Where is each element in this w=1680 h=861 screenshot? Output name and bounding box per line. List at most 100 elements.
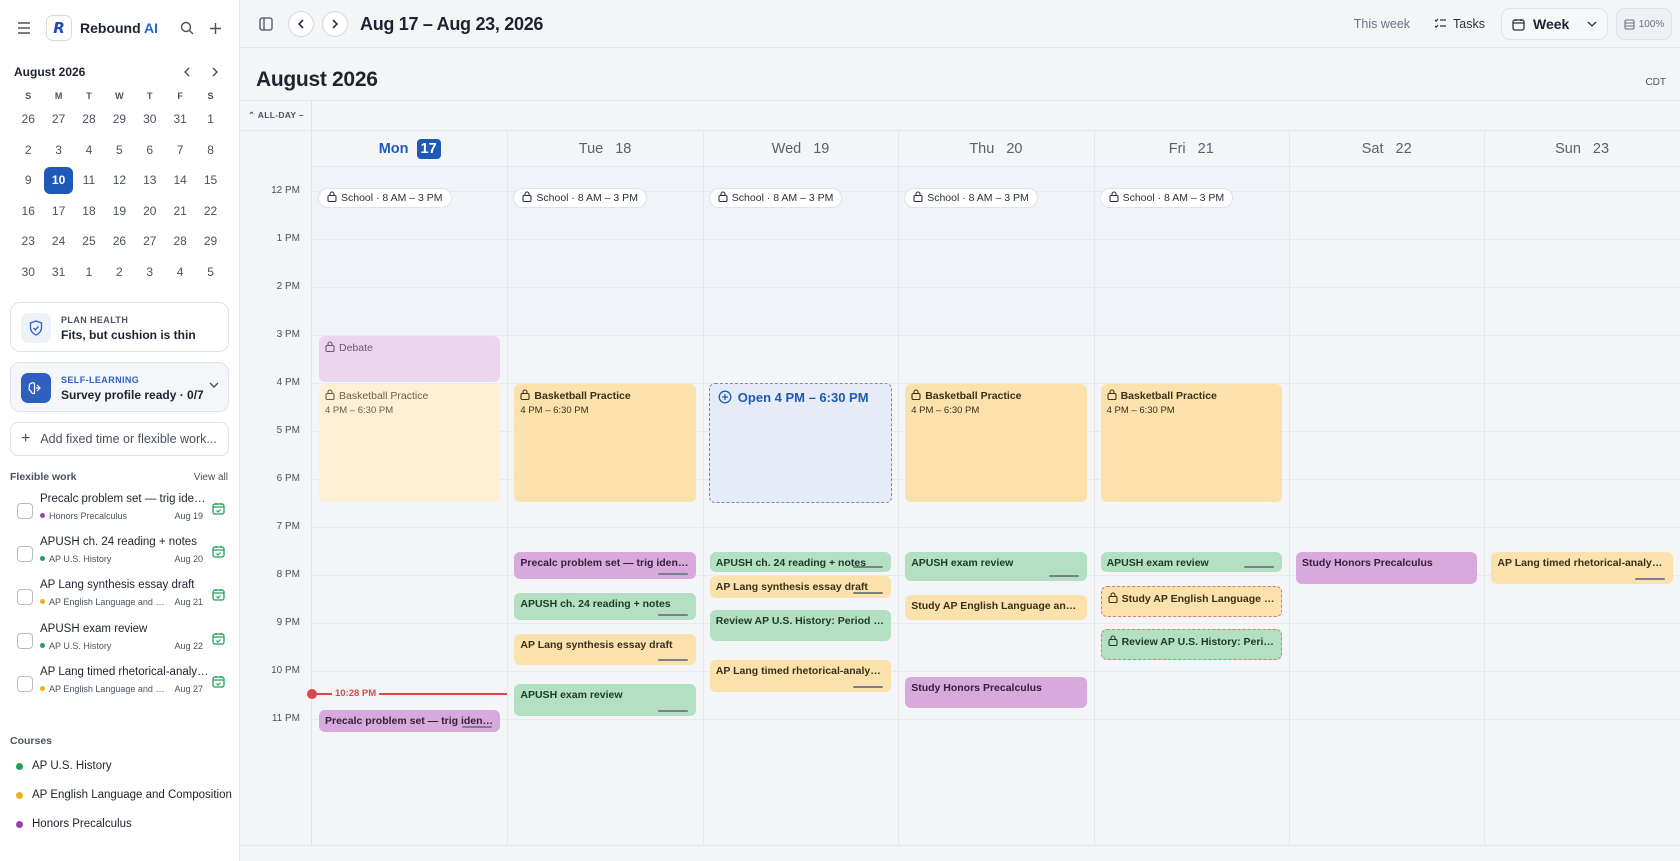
calendar-event[interactable]: Precalc problem set — trig identities: [319, 710, 501, 733]
calendar-event[interactable]: APUSH exam review: [1100, 552, 1282, 572]
school-event-pill[interactable]: School · 8 AM – 3 PM: [708, 188, 843, 208]
calendar-event[interactable]: Study Honors Precalculus: [905, 676, 1087, 709]
calendar-event[interactable]: APUSH ch. 24 reading + notes: [709, 552, 892, 572]
mini-calendar-day[interactable]: 11: [74, 165, 104, 196]
flexible-work-item[interactable]: AP Lang timed rhetorical-analysis essay A…: [10, 661, 229, 705]
flexible-work-item[interactable]: APUSH ch. 24 reading + notes AP U.S. Hist…: [10, 531, 229, 575]
menu-icon[interactable]: [10, 14, 38, 42]
zoom-control[interactable]: 100%: [1616, 8, 1672, 40]
mini-calendar-day[interactable]: 22: [195, 196, 225, 227]
mini-calendar-day[interactable]: 19: [104, 196, 134, 227]
chevron-right-icon[interactable]: [205, 62, 225, 82]
mini-calendar-day[interactable]: 8: [195, 135, 225, 166]
calendar-event[interactable]: Precalc problem set — trig identities: [514, 552, 696, 579]
task-checkbox[interactable]: [17, 589, 33, 606]
day-header[interactable]: Sun 23: [1484, 131, 1680, 167]
sidebar-toggle-icon[interactable]: [252, 10, 280, 38]
basketball-event[interactable]: Basketball Practice 4 PM – 6:30 PM: [905, 384, 1087, 502]
calendar-event[interactable]: AP Lang synthesis essay draft: [709, 576, 892, 598]
debate-event[interactable]: Debate: [319, 336, 501, 382]
flexible-work-item[interactable]: Precalc problem set — trig identities Hon…: [10, 488, 229, 532]
calendar-event[interactable]: AP Lang synthesis essay draft: [514, 633, 696, 666]
mini-calendar-day[interactable]: 26: [104, 226, 134, 257]
flexible-work-item[interactable]: APUSH exam review AP U.S. History Aug 22: [10, 618, 229, 662]
prev-week-button[interactable]: [288, 11, 314, 37]
plus-icon[interactable]: [201, 14, 229, 42]
mini-calendar-day[interactable]: 17: [43, 196, 73, 227]
mini-calendar-day[interactable]: 14: [165, 165, 195, 196]
mini-calendar-day[interactable]: 18: [74, 196, 104, 227]
mini-calendar-day[interactable]: 3: [135, 257, 165, 288]
mini-calendar-day[interactable]: 24: [43, 226, 73, 257]
mini-calendar-day[interactable]: 16: [13, 196, 43, 227]
calendar-event[interactable]: APUSH ch. 24 reading + notes: [514, 592, 696, 620]
mini-calendar-day[interactable]: 2: [13, 135, 43, 166]
basketball-event[interactable]: Basketball Practice 4 PM – 6:30 PM: [514, 384, 696, 502]
mini-calendar-day[interactable]: 9: [13, 165, 43, 196]
calendar-check-icon[interactable]: [212, 502, 225, 520]
task-checkbox[interactable]: [17, 503, 33, 519]
day-header[interactable]: Thu 20: [898, 131, 1094, 167]
mini-calendar-day[interactable]: 31: [43, 257, 73, 288]
mini-calendar-day[interactable]: 27: [135, 226, 165, 257]
calendar-check-icon[interactable]: [212, 632, 225, 650]
this-week-button[interactable]: This week: [1354, 17, 1410, 31]
day-header[interactable]: Wed 19: [702, 131, 899, 167]
course-item[interactable]: AP English Language and Composition: [16, 789, 232, 801]
mini-calendar-day[interactable]: 23: [13, 226, 43, 257]
view-select[interactable]: Week: [1501, 8, 1608, 40]
day-header[interactable]: Mon 17: [312, 131, 508, 167]
mini-calendar-day[interactable]: 4: [165, 257, 195, 288]
view-all-link[interactable]: View all: [194, 472, 228, 483]
calendar-event[interactable]: AP Lang timed rhetorical-analysis essay: [709, 660, 892, 692]
course-item[interactable]: Honors Precalculus: [16, 818, 132, 830]
mini-calendar-day[interactable]: 5: [195, 257, 225, 288]
mini-calendar-day[interactable]: 26: [13, 104, 43, 135]
school-event-pill[interactable]: School · 8 AM – 3 PM: [904, 188, 1038, 208]
mini-calendar-day[interactable]: 7: [165, 135, 195, 166]
mini-calendar-day[interactable]: 10: [44, 167, 73, 194]
calendar-event[interactable]: APUSH exam review: [905, 552, 1087, 582]
plan-health-card[interactable]: PLAN HEALTH Fits, but cushion is thin: [10, 302, 229, 352]
mini-calendar-day[interactable]: 28: [74, 104, 104, 135]
mini-calendar-day[interactable]: 29: [104, 104, 134, 135]
calendar-check-icon[interactable]: [212, 675, 225, 693]
tasks-button[interactable]: Tasks: [1434, 17, 1485, 31]
calendar-check-icon[interactable]: [212, 588, 225, 606]
mini-calendar-day[interactable]: 25: [74, 226, 104, 257]
day-header[interactable]: Tue 18: [507, 131, 703, 167]
task-checkbox[interactable]: [17, 546, 33, 563]
mini-calendar-day[interactable]: 27: [43, 104, 73, 135]
school-event-pill[interactable]: School · 8 AM – 3 PM: [513, 188, 647, 208]
school-event-pill[interactable]: School · 8 AM – 3 PM: [1099, 188, 1234, 208]
calendar-event[interactable]: Study AP English Language and Compositio…: [905, 595, 1087, 620]
mini-calendar-day[interactable]: 31: [165, 104, 195, 135]
course-item[interactable]: AP U.S. History: [16, 760, 112, 772]
chevron-down-icon[interactable]: [208, 377, 220, 395]
week-grid[interactable]: 12 PM 1 PM 2 PM 3 PM 4 PM 5 PM 6 PM 7 PM 8 PM 9 P…: [240, 100, 1680, 846]
self-learning-card[interactable]: SELF-LEARNING Survey profile ready · 0/7: [10, 362, 229, 412]
mini-calendar-day[interactable]: 29: [195, 226, 225, 257]
day-header[interactable]: Sat 22: [1289, 131, 1485, 167]
mini-calendar-day[interactable]: 28: [165, 226, 195, 257]
all-day-toggle[interactable]: ⌃ ALL-DAY –: [248, 110, 304, 121]
search-icon[interactable]: [173, 14, 201, 42]
chevron-left-icon[interactable]: [177, 62, 197, 82]
mini-calendar-day[interactable]: 1: [74, 257, 104, 288]
calendar-event[interactable]: APUSH exam review: [514, 684, 696, 716]
calendar-event[interactable]: Review AP U.S. History: Period 3: 1754–1…: [1100, 628, 1282, 661]
mini-calendar-day[interactable]: 3: [43, 135, 73, 166]
school-event-pill[interactable]: School · 8 AM – 3 PM: [318, 188, 452, 208]
mini-calendar-day[interactable]: 15: [195, 165, 225, 196]
calendar-event[interactable]: AP Lang timed rhetorical-analysis essay: [1491, 552, 1673, 584]
open-time-slot[interactable]: Open 4 PM – 6:30 PM: [708, 383, 893, 503]
mini-calendar-day[interactable]: 12: [104, 165, 134, 196]
mini-calendar-day[interactable]: 5: [104, 135, 134, 166]
mini-calendar-day[interactable]: 20: [135, 196, 165, 227]
add-work-input[interactable]: + Add fixed time or flexible work...: [10, 422, 229, 456]
calendar-check-icon[interactable]: [212, 545, 225, 563]
day-header[interactable]: Fri 21: [1093, 131, 1289, 167]
calendar-event[interactable]: Review AP U.S. History: Period 3: 1754–1…: [709, 609, 892, 642]
task-checkbox[interactable]: [17, 632, 33, 649]
next-week-button[interactable]: [322, 11, 348, 37]
